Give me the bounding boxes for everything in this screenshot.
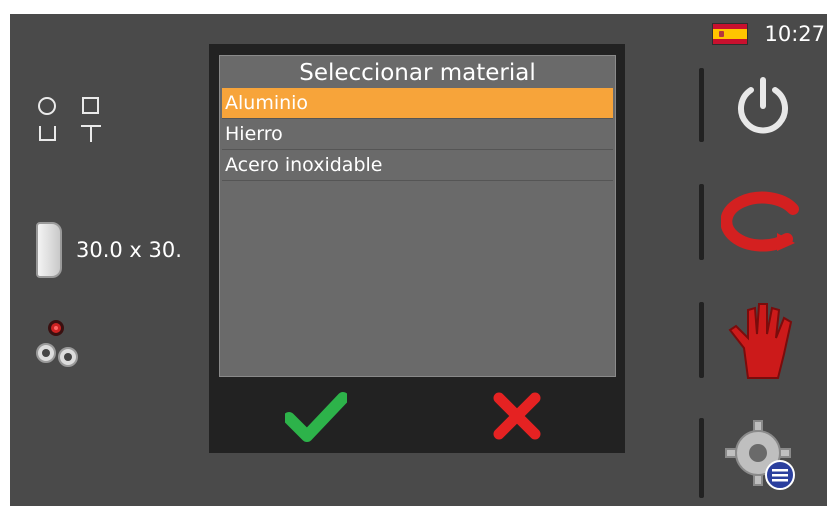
checkmark-icon xyxy=(283,392,349,442)
divider xyxy=(699,68,704,142)
right-panel xyxy=(699,54,827,506)
power-icon xyxy=(738,77,788,134)
confirm-button[interactable] xyxy=(283,390,349,442)
left-panel: 30.0 x 30. xyxy=(10,14,230,506)
list-item-acero-inoxidable[interactable]: Acero inoxidable xyxy=(222,150,613,181)
settings-icon xyxy=(725,420,795,490)
cross-icon xyxy=(493,392,541,440)
status-bar: 10:27 xyxy=(712,14,827,54)
manual-button[interactable] xyxy=(717,294,809,386)
profile-info[interactable]: 30.0 x 30. xyxy=(36,222,182,278)
material-list: Aluminio Hierro Acero inoxidable xyxy=(222,88,613,181)
cycle-icon xyxy=(721,191,799,252)
list-item-hierro[interactable]: Hierro xyxy=(222,119,613,150)
dialog-actions xyxy=(219,388,614,448)
divider xyxy=(699,302,704,378)
clock: 10:27 xyxy=(764,22,825,46)
list-item-aluminio[interactable]: Aluminio xyxy=(222,88,613,119)
spain-flag-icon[interactable] xyxy=(712,23,749,45)
divider xyxy=(699,184,704,260)
dialog-title: Seleccionar material xyxy=(299,60,536,86)
settings-button[interactable] xyxy=(717,410,809,502)
power-button[interactable] xyxy=(717,60,809,152)
profile-icon xyxy=(36,222,62,278)
material-dialog: Seleccionar material Aluminio Hierro Ace… xyxy=(219,55,616,377)
cycle-button[interactable] xyxy=(717,176,809,268)
cancel-button[interactable] xyxy=(491,390,543,442)
profile-dimensions: 30.0 x 30. xyxy=(76,238,182,262)
nozzle-icon[interactable] xyxy=(28,316,88,371)
manual-hand-icon xyxy=(728,303,793,379)
divider xyxy=(699,418,704,498)
shape-selection-icon[interactable] xyxy=(38,96,108,156)
